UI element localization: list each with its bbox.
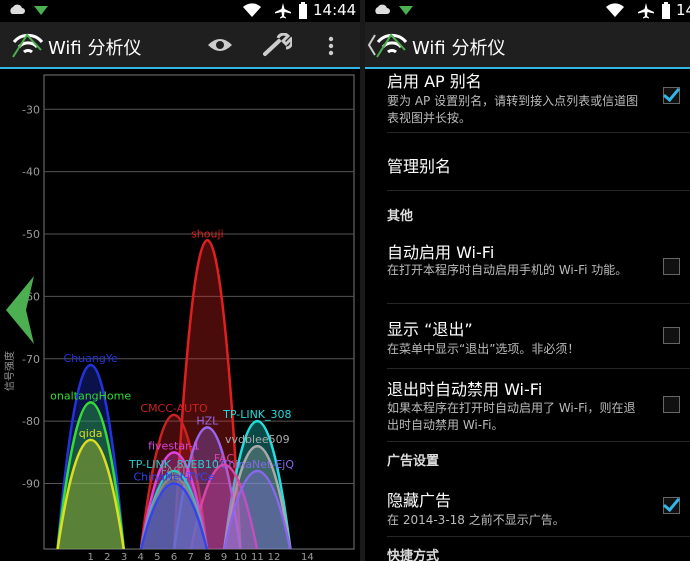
action-bar: Wifi 分析仪 bbox=[0, 22, 360, 69]
pref-hide-ads[interactable]: 隐藏广告 在 2014-3-18 之前不显示广告。 bbox=[387, 475, 690, 537]
pref-summary: 如果本程序在打开时自动启用了 Wi-Fi，则在退出时自动禁用 Wi-Fi。 bbox=[387, 401, 636, 432]
x-tick-label: 11 bbox=[251, 552, 264, 561]
alias-checkbox[interactable] bbox=[663, 87, 680, 104]
settings-list: 启用 AP 别名 要为 AP 设置别名，请转到接入点列表或信道图表视图并长按。 … bbox=[365, 71, 690, 561]
settings-screen: 14 Wifi 分析仪 启用 AP 别名 要为 AP 设置别名，请转到接入点列表… bbox=[365, 0, 690, 561]
x-tick-label: 6 bbox=[171, 552, 177, 561]
battery-icon bbox=[662, 2, 670, 19]
wifi-signal-icon bbox=[606, 3, 624, 18]
hide-ads-checkbox[interactable] bbox=[663, 497, 680, 514]
section-header-ads: 广告设置 bbox=[387, 454, 440, 469]
chart-screen: 14:44 Wifi 分析仪 -30 -40 -50 -60 -70 -80 -90 信号强度… bbox=[0, 0, 360, 561]
pref-enable-alias[interactable]: 启用 AP 别名 要为 AP 设置别名，请转到接入点列表或信道图表视图并长按。 bbox=[387, 71, 690, 133]
cloud-icon bbox=[375, 4, 390, 14]
y-tick-label: -80 bbox=[22, 415, 40, 428]
prev-page-arrow-icon[interactable] bbox=[6, 276, 34, 344]
overflow-menu-icon[interactable] bbox=[328, 36, 334, 56]
pref-title: 管理别名 bbox=[387, 157, 452, 176]
pref-summary: 在 2014-3-18 之前不显示广告。 bbox=[387, 513, 565, 527]
y-tick-label: -70 bbox=[22, 353, 40, 366]
network-label: HZL bbox=[196, 414, 219, 427]
pref-manage-alias[interactable]: 管理别名 bbox=[387, 133, 690, 191]
auto-disable-checkbox[interactable] bbox=[663, 396, 680, 413]
pref-title: 自动启用 Wi-Fi bbox=[387, 243, 495, 262]
app-title: Wifi 分析仪 bbox=[48, 38, 142, 59]
wifi-analyzer-logo-icon[interactable] bbox=[375, 30, 409, 60]
network-label: ChinaNet-EjQ bbox=[221, 458, 295, 471]
network-label: CMCC-AUTO bbox=[140, 402, 208, 415]
download-icon bbox=[34, 6, 48, 15]
network-label: TP-LINK_308 bbox=[222, 408, 291, 421]
wrench-icon[interactable] bbox=[262, 33, 292, 57]
x-tick-label: 5 bbox=[154, 552, 160, 561]
network-label: fivestar-1 bbox=[148, 439, 200, 452]
clock: 14:44 bbox=[313, 1, 357, 19]
y-tick-label: -90 bbox=[22, 478, 40, 491]
clock: 14 bbox=[676, 1, 690, 19]
download-icon bbox=[399, 6, 413, 15]
x-tick-label: 9 bbox=[221, 552, 227, 561]
pref-title: 显示 “退出” bbox=[387, 320, 473, 339]
auto-enable-checkbox[interactable] bbox=[663, 258, 680, 275]
channel-chart[interactable]: -30-40-50-60-70-80-90信号强度1 2 3 4 5 6 7 8 9 10 11 12… bbox=[0, 71, 360, 561]
status-bar: 14:44 bbox=[0, 0, 360, 22]
network-label: onaltangHome bbox=[50, 389, 131, 402]
x-tick-label: 2 bbox=[104, 552, 110, 561]
network-label: ChuangYe bbox=[63, 352, 118, 365]
airplane-mode-icon bbox=[638, 3, 654, 19]
status-bar-right: 14 bbox=[365, 0, 690, 22]
x-tick-label: 12 bbox=[268, 552, 281, 561]
network-label: vvdblee509 bbox=[225, 433, 290, 446]
app-title: Wifi 分析仪 bbox=[412, 38, 506, 59]
y-tick-label: -30 bbox=[22, 103, 40, 116]
x-tick-label: 4 bbox=[137, 552, 143, 561]
pref-title: 隐藏广告 bbox=[387, 491, 452, 510]
y-tick-label: -40 bbox=[22, 166, 40, 179]
pref-summary: 在打开本程序时自动启用手机的 Wi-Fi 功能。 bbox=[387, 263, 628, 277]
x-tick-label: 10 bbox=[234, 552, 247, 561]
pref-title: 退出时自动禁用 Wi-Fi bbox=[387, 380, 543, 399]
pref-summary: 在菜单中显示“退出”选项。非必须！ bbox=[387, 342, 580, 356]
section-header-shortcut: 快捷方式 bbox=[387, 549, 440, 561]
y-tick-label: -50 bbox=[22, 228, 40, 241]
section-header-other: 其他 bbox=[387, 209, 414, 224]
x-tick-label: 14 bbox=[301, 552, 314, 561]
pref-auto-disable-wifi[interactable]: 退出时自动禁用 Wi-Fi 如果本程序在打开时自动启用了 Wi-Fi，则在退出时… bbox=[387, 369, 690, 442]
wifi-analyzer-logo-icon bbox=[12, 33, 44, 58]
network-label: qida bbox=[79, 427, 103, 440]
show-exit-checkbox[interactable] bbox=[663, 327, 680, 344]
network-label: shouji bbox=[191, 227, 224, 240]
x-tick-label: 3 bbox=[121, 552, 127, 561]
x-tick-label: 7 bbox=[187, 552, 193, 561]
wifi-signal-icon bbox=[243, 3, 261, 18]
eye-icon[interactable] bbox=[207, 36, 233, 54]
pref-summary: 要为 AP 设置别名，请转到接入点列表或信道图表视图并长按。 bbox=[387, 94, 639, 125]
pref-title: 启用 AP 别名 bbox=[387, 72, 482, 91]
pref-show-exit[interactable]: 显示 “退出” 在菜单中显示“退出”选项。非必须！ bbox=[387, 304, 690, 369]
action-bar: Wifi 分析仪 bbox=[365, 22, 690, 69]
network-label: ChinaNet-TYCe bbox=[134, 471, 215, 484]
airplane-mode-icon bbox=[275, 3, 291, 19]
pref-auto-enable-wifi[interactable]: 自动启用 Wi-Fi 在打开本程序时自动启用手机的 Wi-Fi 功能。 bbox=[387, 231, 690, 304]
battery-icon bbox=[299, 2, 307, 19]
y-axis-label: 信号强度 bbox=[3, 351, 16, 391]
x-tick-label: 8 bbox=[204, 552, 210, 561]
cloud-icon bbox=[10, 4, 25, 14]
x-tick-label: 1 bbox=[87, 552, 93, 561]
